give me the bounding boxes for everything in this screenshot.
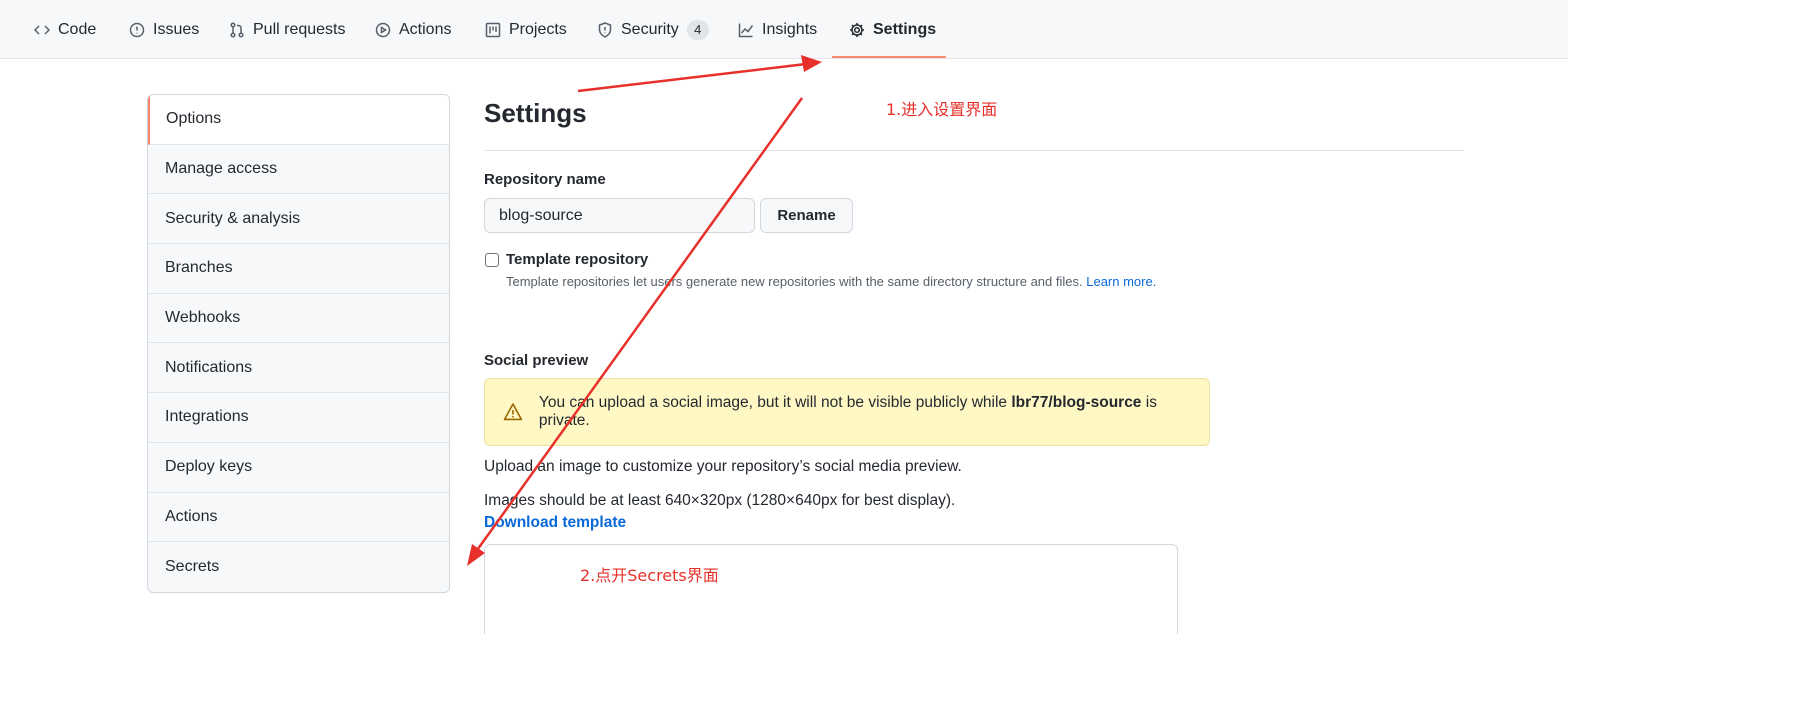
rename-button[interactable]: Rename (760, 198, 853, 233)
tab-settings[interactable]: Settings (849, 0, 936, 59)
warning-text: You can upload a social image, but it wi… (539, 394, 1209, 430)
tab-label: Security (621, 20, 679, 38)
sidebar-item-webhooks[interactable]: Webhooks (148, 294, 449, 344)
issue-icon (129, 22, 145, 37)
active-tab-underline (832, 56, 946, 58)
tab-label: Pull requests (253, 20, 346, 38)
tab-label: Actions (399, 20, 452, 38)
tab-code[interactable]: Code (34, 0, 96, 59)
play-icon (375, 22, 391, 37)
sidebar-item-actions[interactable]: Actions (148, 493, 449, 543)
warning-repo-name: lbr77/blog-source (1011, 394, 1142, 411)
tab-label: Projects (509, 20, 567, 38)
pull-request-icon (230, 21, 244, 38)
template-repo-checkbox[interactable] (485, 253, 499, 267)
repo-name-input[interactable] (484, 198, 755, 233)
warning-text-before: You can upload a social image, but it wi… (538, 394, 1008, 411)
repo-tab-bar: Code Issues Pull requests Actions Projec… (0, 0, 1568, 59)
download-template-link[interactable]: Download template (484, 514, 626, 532)
code-icon (34, 24, 50, 35)
sidebar-item-integrations[interactable]: Integrations (148, 393, 449, 443)
security-count-badge: 4 (686, 19, 709, 40)
social-preview-dropzone[interactable] (484, 544, 1178, 634)
tab-label: Settings (873, 20, 937, 38)
template-repo-label: Template repository (506, 251, 649, 268)
sidebar-item-options[interactable]: Options (148, 95, 449, 145)
alert-icon (503, 403, 523, 421)
tab-issues[interactable]: Issues (129, 0, 199, 59)
arrow-head-secrets (467, 544, 485, 566)
tab-insights[interactable]: Insights (738, 0, 817, 59)
shield-icon (598, 21, 612, 38)
sidebar-item-manage-access[interactable]: Manage access (148, 145, 449, 195)
social-preview-label: Social preview (484, 352, 589, 369)
annotation-step-1: 1.进入设置界面 (886, 100, 998, 119)
annotation-step-2: 2.点开Secrets界面 (580, 566, 719, 585)
tab-actions[interactable]: Actions (375, 0, 451, 59)
sidebar-item-notifications[interactable]: Notifications (148, 343, 449, 394)
tab-label: Code (58, 20, 97, 38)
page-title: Settings (484, 98, 587, 128)
gear-icon (850, 22, 864, 37)
template-repo-note: Template repositories let users generate… (506, 274, 1156, 289)
private-repo-warning: You can upload a social image, but it wi… (484, 378, 1210, 446)
learn-more-link[interactable]: Learn more. (1086, 274, 1156, 289)
project-icon (485, 22, 501, 37)
arrow-to-settings (577, 62, 807, 93)
arrow-to-secrets (473, 97, 804, 554)
tab-label: Insights (762, 20, 818, 38)
sidebar-item-security-analysis[interactable]: Security & analysis (148, 194, 449, 245)
settings-sidebar: Options Manage access Security & analysi… (147, 94, 450, 593)
sidebar-item-secrets[interactable]: Secrets (148, 542, 449, 592)
graph-icon (738, 23, 754, 37)
tab-pull-requests[interactable]: Pull requests (229, 0, 346, 59)
tab-projects[interactable]: Projects (485, 0, 567, 59)
repo-name-label: Repository name (484, 171, 606, 188)
title-divider (484, 150, 1464, 151)
image-size-hint: Images should be at least 640×320px (128… (484, 492, 956, 509)
tab-security[interactable]: Security 4 (597, 0, 709, 59)
sidebar-item-branches[interactable]: Branches (148, 244, 449, 294)
tab-label: Issues (153, 20, 200, 38)
upload-description: Upload an image to customize your reposi… (484, 458, 962, 475)
sidebar-item-deploy-keys[interactable]: Deploy keys (148, 443, 449, 493)
template-note-text: Template repositories let users generate… (506, 274, 1083, 289)
